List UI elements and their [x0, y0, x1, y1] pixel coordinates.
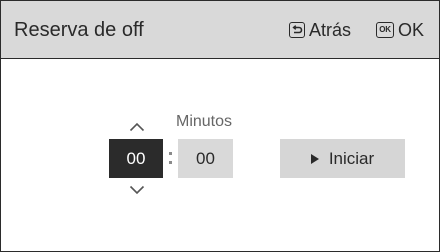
reserve-off-screen: Reserva de off Atrás OK OK Minutos 00 00 [0, 0, 440, 252]
header-bar: Reserva de off Atrás OK OK [1, 1, 439, 59]
time-separator [167, 148, 173, 168]
hours-field[interactable]: 00 [109, 139, 163, 178]
return-key-icon [289, 22, 305, 38]
ok-button[interactable]: OK OK [376, 20, 424, 40]
play-icon [310, 153, 319, 164]
start-button[interactable]: Iniciar [280, 139, 405, 178]
back-label: Atrás [309, 19, 352, 40]
back-button[interactable]: Atrás [289, 20, 351, 40]
ok-key-icon: OK [376, 22, 394, 38]
chevron-up-icon[interactable] [129, 122, 145, 132]
minutes-field[interactable]: 00 [178, 139, 233, 178]
page-title: Reserva de off [14, 19, 144, 41]
ok-label: OK [398, 19, 425, 40]
minutes-label: Minutos [176, 113, 233, 130]
start-button-label: Iniciar [328, 148, 375, 168]
chevron-down-icon[interactable] [129, 185, 145, 195]
